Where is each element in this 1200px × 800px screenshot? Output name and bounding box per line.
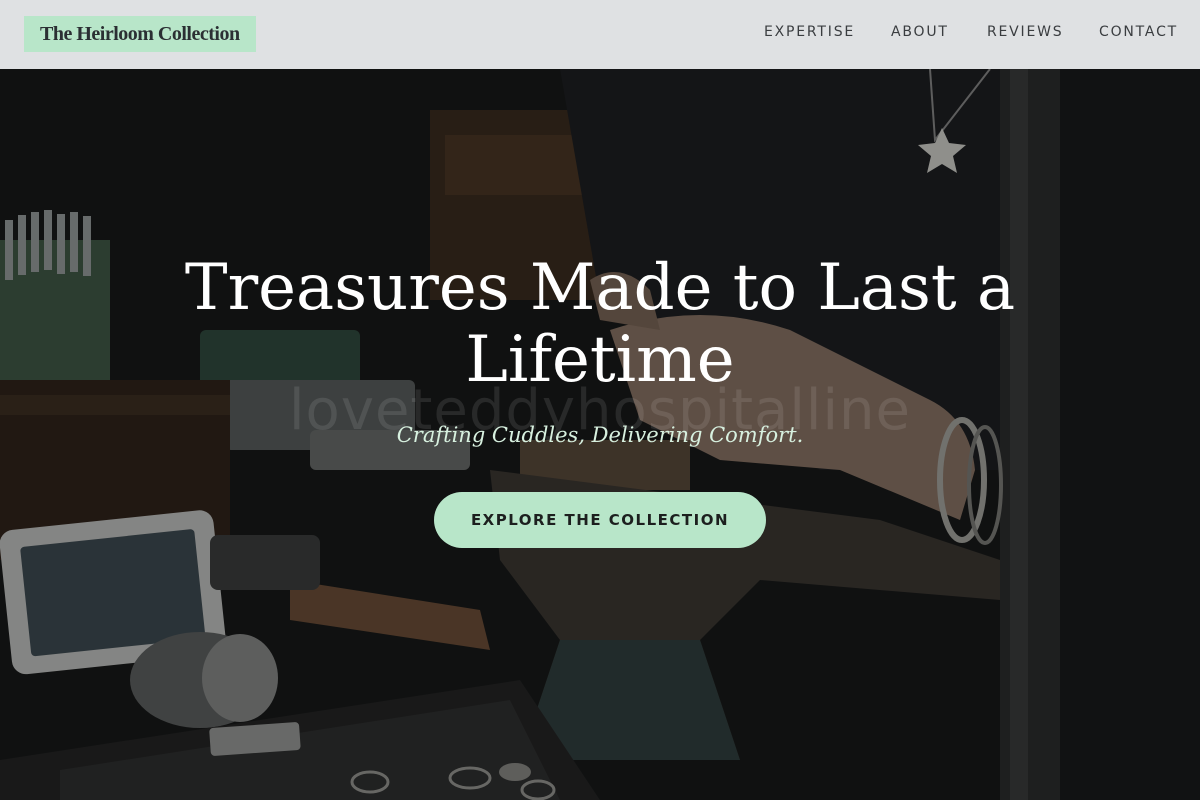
- top-navbar: The Heirloom Collection EXPERTISE ABOUT …: [0, 0, 1200, 69]
- explore-collection-button[interactable]: EXPLORE THE COLLECTION: [434, 492, 766, 548]
- hero-headline: Treasures Made to Last a Lifetime: [184, 251, 1016, 397]
- nav-link-reviews[interactable]: REVIEWS: [987, 24, 1063, 40]
- nav-link-expertise[interactable]: EXPERTISE: [764, 24, 855, 40]
- hero-section: loveteddyhospitalline Treasures Made to …: [0, 0, 1200, 800]
- nav-link-contact[interactable]: CONTACT: [1099, 24, 1178, 40]
- main-nav: EXPERTISE ABOUT REVIEWS CONTACT: [0, 24, 1200, 44]
- nav-link-about[interactable]: ABOUT: [891, 24, 949, 40]
- hero-tagline: Crafting Cuddles, Delivering Comfort.: [396, 423, 804, 447]
